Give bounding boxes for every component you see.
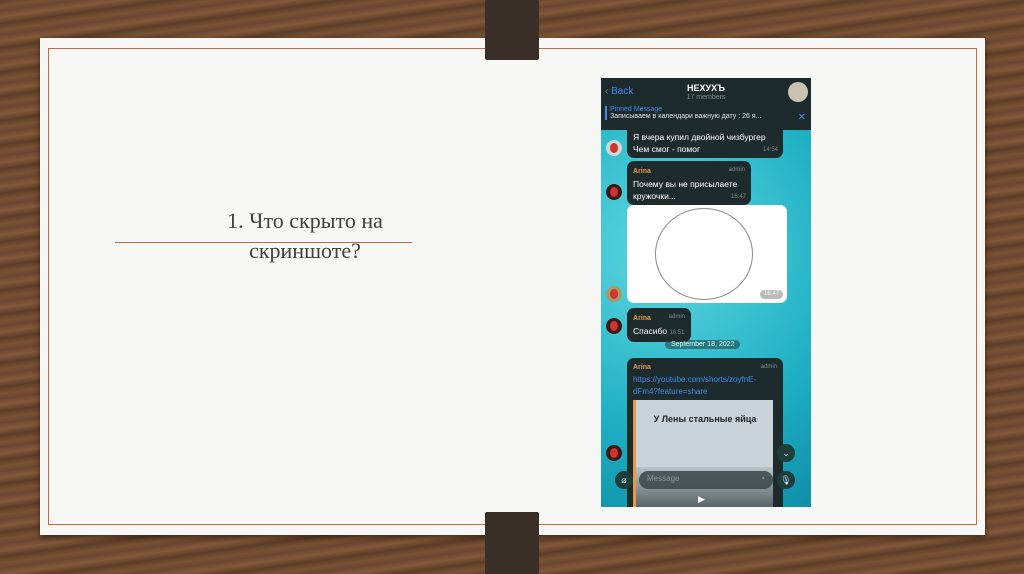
preview-caption: У Лены стальные яйца [653,414,757,424]
avatar [606,184,622,200]
chat-header: ‹ Back НЕХУХЪ 17 members Pinned Message … [601,78,811,130]
message-text: Почему вы не присылаете [633,179,738,189]
binder-clip-top [485,0,539,60]
message-time: 16:47 [730,194,746,200]
sender-name: Arina [633,364,651,371]
message-text: Я вчера купил двойной чизбургер [633,132,766,142]
message-input[interactable]: Message ◔ [639,471,773,489]
message-text: Чем смог - помог [633,144,701,154]
message-time: 16:51 [669,330,685,336]
avatar [606,445,622,461]
message-time: 16:47 [759,290,783,299]
message-bubble: Arina admin Спасибо 16:51 [627,308,691,342]
sender-role: admin [760,364,777,370]
round-video-circle [655,208,753,300]
title-line-2: скриншоте? [249,238,361,263]
sender-role: admin [728,167,745,173]
title-line-1: 1. Что скрыто на [227,208,383,233]
pinned-text: Записываем в календари важную дату : 26 … [610,113,762,120]
avatar [606,318,622,334]
slide: 1. Что скрыто на скриншоте? [40,38,985,535]
date-separator: September 18, 2022 [665,340,741,349]
message-link[interactable]: https://youtube.com/shorts/zoyfnE- [633,374,777,386]
chat-title: НЕХУХЪ [687,83,725,93]
message-time: 14:54 [762,147,778,153]
message-bubble: Я вчера купил двойной чизбургер Чем смог… [627,128,783,158]
link-preview[interactable]: У Лены стальные яйца ▶ [633,400,773,507]
member-count: 17 members [686,94,726,101]
message-link[interactable]: dFm4?feature=share [633,386,777,398]
avatar [606,286,622,302]
group-avatar[interactable] [788,82,808,102]
title-underline [115,242,412,243]
microphone-icon[interactable]: 🎙 [777,471,795,489]
message-bubble: Arina admin Почему вы не присылаете кружо… [627,161,751,205]
close-icon[interactable]: ✕ [798,112,806,123]
slide-border [48,48,977,525]
scroll-down-button[interactable]: ⌄ [777,444,795,462]
avatar [606,140,622,156]
sender-role: admin [668,314,685,320]
chat-screenshot: ‹ Back НЕХУХЪ 17 members Pinned Message … [601,78,811,507]
message-placeholder: Message [647,474,680,483]
message-text: Спасибо [633,326,668,336]
sender-name: Arina [633,315,651,322]
sender-name: Arina [633,168,651,175]
slide-title: 1. Что скрыто на скриншоте? [155,206,455,266]
attach-icon[interactable]: ⌀ [615,471,633,489]
pinned-message[interactable]: Pinned Message Записываем в календари ва… [605,106,793,120]
video-message[interactable]: 16:47 [627,205,787,303]
play-icon[interactable]: ▶ [698,494,705,505]
message-text: кружочки... [633,191,676,201]
sticker-icon[interactable]: ◔ [760,474,765,483]
binder-clip-bottom [485,512,539,574]
pinned-label: Pinned Message [610,106,663,113]
